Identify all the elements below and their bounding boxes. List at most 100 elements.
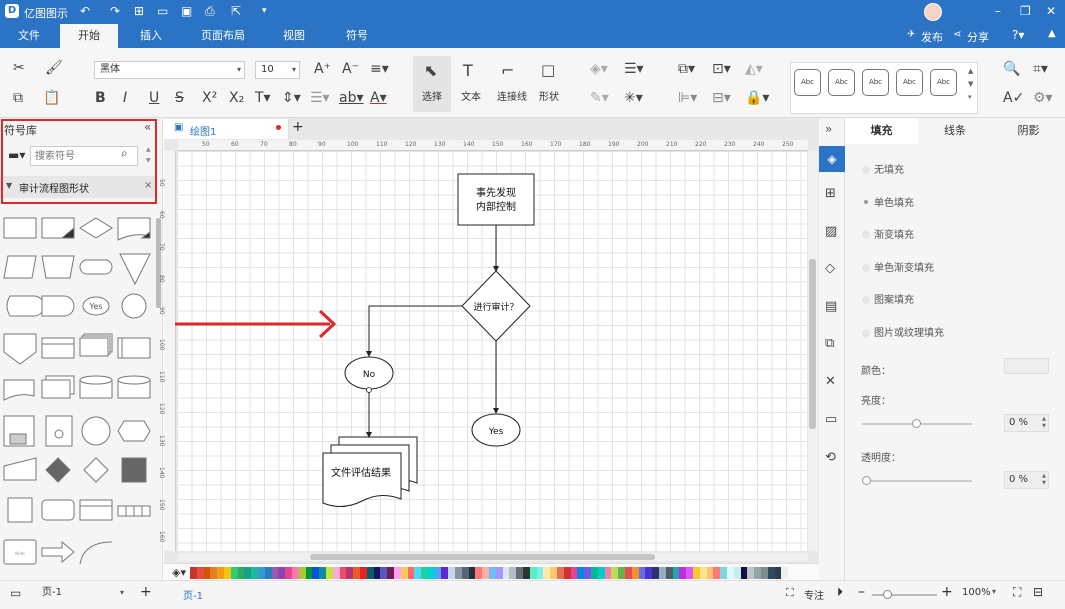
- fill-panel-icon[interactable]: ◈: [819, 146, 845, 172]
- color-swatch[interactable]: [625, 567, 632, 579]
- disk-shape[interactable]: [3, 415, 35, 447]
- connector-tool-label[interactable]: 连接线: [492, 88, 532, 103]
- color-swatch[interactable]: [652, 567, 659, 579]
- layers-icon[interactable]: ◇: [825, 261, 835, 276]
- decision-node[interactable]: 进行审计？: [461, 270, 531, 342]
- undo-icon[interactable]: ↶: [80, 4, 90, 18]
- tab-home[interactable]: 开始: [60, 24, 118, 48]
- strikethrough-icon[interactable]: S: [175, 90, 184, 106]
- color-swatch[interactable]: [244, 567, 252, 579]
- color-swatch[interactable]: [672, 567, 680, 579]
- font-grow-icon[interactable]: A⁺: [314, 61, 331, 77]
- color-swatch[interactable]: [455, 567, 462, 579]
- document-tab[interactable]: ▣ 绘图1: [164, 119, 289, 139]
- color-swatch[interactable]: [387, 567, 394, 579]
- arc-shape[interactable]: [79, 541, 113, 565]
- color-picker[interactable]: [1004, 358, 1049, 374]
- color-swatch[interactable]: [285, 567, 292, 579]
- card-shape[interactable]: [41, 217, 75, 239]
- color-swatch[interactable]: [421, 567, 428, 579]
- brightness-slider[interactable]: [862, 419, 972, 428]
- share-icon[interactable]: ⋖: [953, 29, 961, 40]
- color-swatch[interactable]: [203, 567, 211, 579]
- save-icon[interactable]: ▣: [181, 4, 192, 18]
- color-swatch[interactable]: [713, 567, 721, 579]
- arrow-shape[interactable]: [41, 540, 75, 564]
- color-swatch[interactable]: [631, 567, 639, 579]
- color-swatch[interactable]: [767, 567, 775, 579]
- color-swatch[interactable]: [706, 567, 714, 579]
- connector-circle-shape[interactable]: [81, 416, 111, 446]
- tab-page-layout[interactable]: 页面布局: [192, 24, 254, 48]
- shape-gallery-scrollbar[interactable]: [156, 218, 161, 308]
- shape-tool-label[interactable]: 形状: [533, 88, 565, 103]
- print-icon[interactable]: ⎙: [205, 4, 215, 19]
- color-swatch[interactable]: [489, 567, 496, 579]
- color-swatch[interactable]: [726, 567, 734, 579]
- manual-operation-shape[interactable]: [41, 255, 75, 279]
- fill-bucket-icon[interactable]: ◈▾: [590, 61, 608, 77]
- color-swatch[interactable]: [747, 567, 755, 579]
- select-tool-label[interactable]: 选择: [416, 88, 448, 103]
- document-shape[interactable]: [117, 217, 151, 241]
- color-swatch[interactable]: [611, 567, 619, 579]
- page-layout-icon[interactable]: ▭: [10, 586, 21, 600]
- color-swatch[interactable]: [400, 567, 408, 579]
- yes-connector-shape[interactable]: Yes: [82, 296, 110, 316]
- color-swatch[interactable]: [271, 567, 279, 579]
- flip-icon[interactable]: ◭▾: [745, 61, 763, 77]
- table-shape[interactable]: [117, 505, 151, 517]
- italic-icon[interactable]: I: [123, 90, 127, 106]
- vertical-scroll-thumb[interactable]: [809, 259, 816, 429]
- tab-shadow[interactable]: 阴影: [992, 118, 1065, 144]
- play-icon[interactable]: ⏵: [837, 585, 843, 600]
- circle-shape[interactable]: [121, 293, 147, 319]
- color-swatch[interactable]: [196, 567, 204, 579]
- zoom-level[interactable]: 100%: [962, 587, 991, 598]
- color-swatch[interactable]: [699, 567, 707, 579]
- tab-fill[interactable]: 填充: [845, 118, 918, 144]
- add-page-icon[interactable]: +: [140, 584, 152, 600]
- color-swatch[interactable]: [278, 567, 286, 579]
- color-swatch[interactable]: [536, 567, 544, 579]
- color-swatch[interactable]: [359, 567, 367, 579]
- grid-icon[interactable]: ⊞: [825, 186, 836, 201]
- color-swatch[interactable]: [509, 567, 517, 579]
- share-button[interactable]: 分享: [967, 29, 989, 45]
- redo-icon[interactable]: ↷: [110, 4, 120, 18]
- bullet-list-icon[interactable]: ☰▾: [310, 90, 330, 106]
- hyperlink-icon[interactable]: ⧉: [825, 336, 834, 351]
- line-style-icon[interactable]: ☰▾: [624, 61, 644, 77]
- color-swatch[interactable]: [414, 567, 422, 579]
- terminator-shape[interactable]: [79, 259, 113, 275]
- color-swatch[interactable]: [441, 567, 449, 579]
- line-spacing-icon[interactable]: ⇕▾: [282, 90, 301, 106]
- zoom-out-icon[interactable]: –: [858, 584, 865, 600]
- manual-input-shape[interactable]: [3, 457, 37, 481]
- color-swatch[interactable]: [523, 567, 530, 579]
- image-icon[interactable]: ▨: [825, 224, 837, 239]
- tab-file[interactable]: 文件: [0, 24, 58, 48]
- style-preset[interactable]: Abc: [828, 69, 855, 96]
- color-swatch[interactable]: [774, 567, 782, 579]
- transparency-input[interactable]: 0 % ▲ ▼: [1004, 471, 1049, 489]
- flowchart-diagram[interactable]: 事先发现 内部控制 进行审计？ No Yes 文件评估结果: [177, 151, 807, 551]
- spell-check-icon[interactable]: A✓: [1003, 90, 1024, 106]
- fill-option-solid[interactable]: 单色填充: [862, 194, 914, 209]
- fill-option-texture[interactable]: 图片或纹理填充: [862, 324, 944, 339]
- page-tab[interactable]: 页-1: [183, 587, 203, 602]
- multi-doc-shape[interactable]: [79, 333, 113, 357]
- color-swatch[interactable]: [475, 567, 483, 579]
- filled-square-shape[interactable]: [121, 457, 147, 483]
- color-swatch[interactable]: [638, 567, 646, 579]
- tab-symbol[interactable]: 符号: [328, 24, 386, 48]
- color-swatch[interactable]: [305, 567, 313, 579]
- color-swatch[interactable]: [264, 567, 272, 579]
- history-icon[interactable]: ⟲: [825, 450, 836, 465]
- color-swatch[interactable]: [366, 567, 374, 579]
- vertical-scrollbar[interactable]: [808, 151, 818, 551]
- color-swatch[interactable]: [325, 567, 333, 579]
- color-swatch[interactable]: [332, 567, 340, 579]
- text-highlight-icon[interactable]: ab▾: [339, 90, 364, 106]
- fill-bucket-icon[interactable]: ◈▾: [172, 566, 186, 579]
